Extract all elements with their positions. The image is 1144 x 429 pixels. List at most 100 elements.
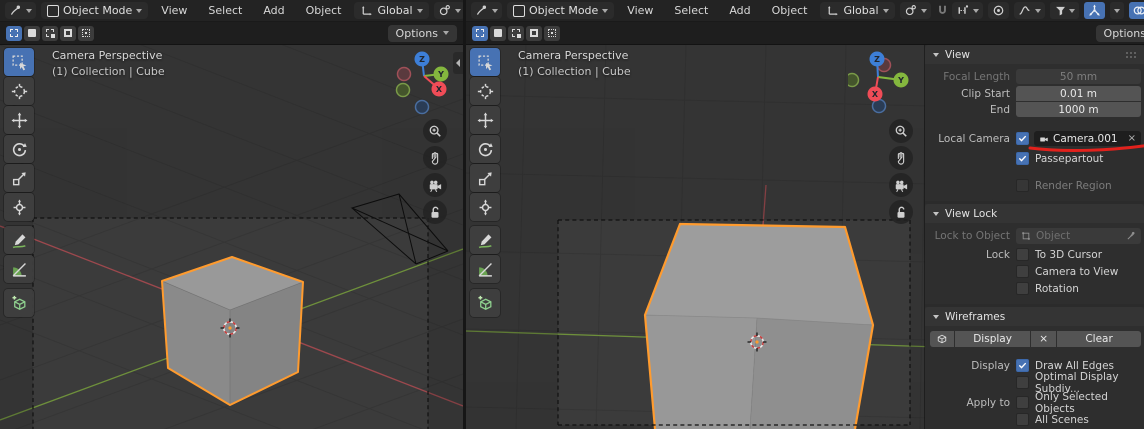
options-button[interactable]: Options xyxy=(1096,25,1144,42)
select-mode-intersect[interactable] xyxy=(544,26,560,41)
all-scenes-checkbox[interactable] xyxy=(1016,413,1029,426)
axis-neg-y-ball[interactable] xyxy=(397,84,410,97)
select-mode-intersect[interactable] xyxy=(78,26,94,41)
panel-view-header[interactable]: View xyxy=(925,45,1144,64)
lock-view-button[interactable] xyxy=(423,200,447,224)
to-3d-cursor-checkbox[interactable] xyxy=(1016,248,1029,261)
zoom-button[interactable] xyxy=(889,119,913,143)
viewport-divider[interactable] xyxy=(463,0,466,429)
mode-dropdown[interactable]: Object Mode xyxy=(41,2,148,19)
pivot-dropdown[interactable] xyxy=(900,2,931,19)
proportional-edit-toggle[interactable] xyxy=(988,2,1009,19)
axis-y-label: Y xyxy=(897,76,904,85)
menu-object[interactable]: Object xyxy=(298,4,350,17)
tool-select-box[interactable] xyxy=(4,48,34,76)
tool-scale[interactable] xyxy=(470,164,500,192)
wireframes-clear-button[interactable]: Clear xyxy=(1057,331,1141,347)
camera-view-button[interactable] xyxy=(423,173,447,197)
axis-neg-z-ball[interactable] xyxy=(416,101,429,114)
axis-neg-x-ball[interactable] xyxy=(398,68,411,81)
pan-button[interactable] xyxy=(889,146,913,170)
snap-dropdown[interactable] xyxy=(952,2,983,19)
nav-gizmo[interactable]: Z Y X xyxy=(394,44,456,116)
wireframe-cube-button[interactable] xyxy=(930,331,954,347)
passepartout-checkbox[interactable] xyxy=(1016,152,1029,165)
focal-length-field[interactable]: 50 mm xyxy=(1016,69,1141,84)
panel-wireframes-header[interactable]: Wireframes xyxy=(925,307,1144,326)
select-mode-subtract[interactable] xyxy=(508,26,524,41)
tool-measure[interactable] xyxy=(4,255,34,283)
tool-scale[interactable] xyxy=(4,164,34,192)
eyedropper-icon[interactable] xyxy=(1126,231,1136,241)
cube-object[interactable] xyxy=(645,224,873,429)
zoom-button[interactable] xyxy=(423,119,447,143)
tool-rotate[interactable] xyxy=(4,135,34,163)
menu-add[interactable]: Add xyxy=(255,4,292,17)
clip-end-field[interactable]: 1000 m xyxy=(1016,102,1141,117)
wireframes-display-button[interactable]: Display xyxy=(955,331,1030,347)
sidebar-toggle-arrow[interactable] xyxy=(453,52,463,74)
only-selected-checkbox[interactable] xyxy=(1016,396,1029,409)
local-camera-checkbox[interactable] xyxy=(1016,132,1029,145)
menu-view[interactable]: View xyxy=(153,4,195,17)
magnet-icon[interactable] xyxy=(936,4,949,17)
display-label: Display xyxy=(925,360,1016,372)
select-mode-extend[interactable] xyxy=(24,26,40,41)
select-mode-subtract[interactable] xyxy=(42,26,58,41)
camera-view-button[interactable] xyxy=(889,173,913,197)
mode-dropdown[interactable]: Object Mode xyxy=(507,2,614,19)
camera-to-view-checkbox[interactable] xyxy=(1016,265,1029,278)
menu-add[interactable]: Add xyxy=(721,4,758,17)
tool-cursor[interactable] xyxy=(470,77,500,105)
wireframes-close-button[interactable]: × xyxy=(1031,331,1056,347)
local-camera-selector[interactable]: Camera.001 × xyxy=(1034,131,1141,146)
tool-rotate[interactable] xyxy=(470,135,500,163)
drag-dots-icon[interactable] xyxy=(1126,52,1136,58)
tool-transform[interactable] xyxy=(470,193,500,221)
tool-add-cube[interactable] xyxy=(470,289,500,317)
tool-measure[interactable] xyxy=(470,255,500,283)
render-region-checkbox[interactable] xyxy=(1016,179,1029,192)
axis-neg-y-ball[interactable] xyxy=(848,74,859,87)
nav-gizmo[interactable]: Z Y X xyxy=(848,46,912,116)
gizmos-toggle[interactable] xyxy=(1084,2,1105,19)
orientation-dropdown[interactable]: Global xyxy=(820,2,894,19)
editor-type-button[interactable] xyxy=(471,2,502,19)
pivot-dropdown[interactable] xyxy=(434,2,463,19)
panel-view-lock-header[interactable]: View Lock xyxy=(925,204,1144,223)
draw-all-edges-checkbox[interactable] xyxy=(1016,359,1029,372)
tool-move[interactable] xyxy=(470,106,500,134)
tool-annotate[interactable] xyxy=(4,226,34,254)
clip-start-field[interactable]: 0.01 m xyxy=(1016,86,1141,101)
orientation-dropdown[interactable]: Global xyxy=(354,2,428,19)
clear-camera-button[interactable]: × xyxy=(1128,133,1136,144)
select-mode-set[interactable] xyxy=(472,26,488,41)
check-icon xyxy=(1018,361,1027,370)
tool-add-cube[interactable] xyxy=(4,289,34,317)
tool-annotate[interactable] xyxy=(470,226,500,254)
select-mode-invert[interactable] xyxy=(526,26,542,41)
gizmo-icon xyxy=(1088,4,1101,17)
tool-cursor[interactable] xyxy=(4,77,34,105)
tool-select-box[interactable] xyxy=(470,48,500,76)
visibility-filter-dropdown[interactable] xyxy=(1050,2,1079,19)
falloff-dropdown[interactable] xyxy=(1014,2,1045,19)
lock-view-button[interactable] xyxy=(889,200,913,224)
menu-view[interactable]: View xyxy=(619,4,661,17)
tool-move[interactable] xyxy=(4,106,34,134)
optimal-display-checkbox[interactable] xyxy=(1016,376,1029,389)
pan-button[interactable] xyxy=(423,146,447,170)
select-mode-invert[interactable] xyxy=(60,26,76,41)
editor-type-button[interactable] xyxy=(5,2,36,19)
rotation-checkbox[interactable] xyxy=(1016,282,1029,295)
select-mode-set[interactable] xyxy=(6,26,22,41)
menu-select[interactable]: Select xyxy=(200,4,250,17)
lock-to-object-selector[interactable]: Object xyxy=(1016,228,1141,244)
overlays-toggle[interactable] xyxy=(1129,2,1144,19)
select-mode-extend[interactable] xyxy=(490,26,506,41)
options-button[interactable]: Options xyxy=(388,25,457,42)
gizmos-dropdown[interactable] xyxy=(1110,2,1124,19)
menu-object[interactable]: Object xyxy=(764,4,816,17)
menu-select[interactable]: Select xyxy=(666,4,716,17)
tool-transform[interactable] xyxy=(4,193,34,221)
